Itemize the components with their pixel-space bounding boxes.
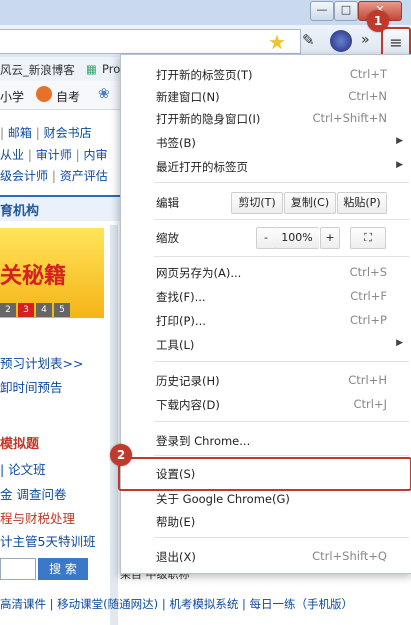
submenu-arrow-icon: ▶: [396, 136, 403, 146]
step-badge-1: 1: [367, 10, 389, 32]
fullscreen-icon[interactable]: ⛶: [350, 227, 386, 249]
menu-separator: [154, 361, 409, 362]
menu-item-incognito[interactable]: 打开新的隐身窗口(I) Ctrl+Shift+N: [121, 107, 411, 129]
menu-zoom-row: 缩放 - 100% + ⛶: [121, 227, 411, 249]
menu-separator: [154, 219, 409, 220]
pager-item[interactable]: 4: [36, 303, 52, 317]
page-icon: ▦: [86, 62, 97, 76]
mailbox-link[interactable]: 邮箱: [8, 126, 32, 140]
menu-item-print[interactable]: 打印(P)... Ctrl+P: [121, 309, 411, 331]
menu-item-help[interactable]: 帮助(E): [121, 510, 411, 532]
title-bar: — □ ✕: [0, 0, 411, 25]
nav-row-1: | 邮箱 | 财会书店: [0, 126, 92, 140]
extension-icon[interactable]: ✎: [302, 31, 320, 49]
column-divider: [110, 225, 118, 625]
zoom-out-button[interactable]: -: [256, 227, 276, 249]
submenu-arrow-icon: ▶: [396, 160, 403, 170]
menu-item-recent-tabs[interactable]: 最近打开的标签页 ▶: [121, 155, 411, 177]
pager-item-active[interactable]: 3: [18, 303, 34, 317]
bookmark-star-icon[interactable]: ★: [268, 30, 286, 54]
content-link[interactable]: | 论文班: [0, 459, 46, 478]
banner-pager: 2345: [0, 303, 72, 317]
menu-separator: [154, 421, 409, 422]
menu-item-downloads[interactable]: 下载内容(D) Ctrl+J: [121, 393, 411, 415]
content-link[interactable]: 计主管5天特训班: [0, 531, 95, 550]
site-link[interactable]: 自考: [56, 88, 80, 105]
pager-item[interactable]: 5: [54, 303, 70, 317]
menu-item-settings[interactable]: 设置(S): [121, 462, 411, 484]
banner-text: 关秘籍: [0, 264, 67, 289]
section-header: 育机构: [0, 195, 121, 221]
nav-row-3: 级会计师 | 资产评估: [0, 169, 108, 183]
site-link[interactable]: 小学: [0, 88, 24, 105]
chrome-menu: 打开新的标签页(T) Ctrl+T 新建窗口(N) Ctrl+N 打开新的隐身窗口(…: [118, 54, 411, 574]
search-input[interactable]: [0, 558, 36, 580]
extensions-overflow-chevron[interactable]: »: [361, 32, 370, 48]
menu-item-bookmarks[interactable]: 书签(B) ▶: [121, 131, 411, 153]
menu-item-signin[interactable]: 登录到 Chrome...: [121, 429, 411, 451]
pager-item[interactable]: 2: [0, 303, 16, 317]
copy-button[interactable]: 复制(C): [284, 192, 336, 214]
submenu-arrow-icon: ▶: [396, 338, 403, 348]
menu-edit-row: 编辑 剪切(T) 复制(C) 粘贴(P): [121, 192, 411, 214]
zoom-level: 100%: [275, 227, 319, 249]
menu-separator: [154, 537, 409, 538]
menu-item-tools[interactable]: 工具(L) ▶: [121, 333, 411, 355]
paste-button[interactable]: 粘贴(P): [337, 192, 387, 214]
maximize-button[interactable]: □: [334, 1, 358, 21]
content-link[interactable]: 预习计划表>>: [0, 353, 83, 372]
menu-item-exit[interactable]: 退出(X) Ctrl+Shift+Q: [121, 545, 411, 567]
menu-item-history[interactable]: 历史记录(H) Ctrl+H: [121, 369, 411, 391]
menu-separator: [154, 256, 409, 257]
step-badge-2: 2: [110, 444, 132, 466]
content-link[interactable]: 卸时间预告: [0, 377, 63, 396]
menu-item-find[interactable]: 查找(F)... Ctrl+F: [121, 285, 411, 307]
zoom-in-button[interactable]: +: [320, 227, 340, 249]
section-title: 模拟题: [0, 437, 40, 452]
cut-button[interactable]: 剪切(T): [231, 192, 283, 214]
content-link[interactable]: 程与财税处理: [0, 508, 75, 527]
menu-item-save-page[interactable]: 网页另存为(A)... Ctrl+S: [121, 261, 411, 283]
bookmark-item[interactable]: 风云_新浪博客: [0, 62, 75, 78]
flower-icon: ❀: [98, 86, 110, 102]
nav-row-2: 从业 | 审计师 | 内审: [0, 148, 108, 162]
menu-separator: [154, 182, 409, 183]
menu-item-about[interactable]: 关于 Google Chrome(G): [121, 487, 411, 509]
search-button[interactable]: 搜 索: [38, 558, 88, 580]
bookmark-item[interactable]: Pro: [102, 62, 120, 76]
menu-separator: [154, 455, 409, 456]
exam-icon: [36, 86, 52, 102]
speedometer-extension-icon[interactable]: [330, 30, 352, 52]
omnibox[interactable]: [0, 29, 301, 54]
content-link[interactable]: 金 调查问卷: [0, 484, 66, 503]
menu-item-new-tab[interactable]: 打开新的标签页(T) Ctrl+T: [121, 63, 411, 85]
minimize-button[interactable]: —: [310, 1, 334, 21]
bookstore-link[interactable]: 财会书店: [44, 126, 92, 140]
menu-item-new-window[interactable]: 新建窗口(N) Ctrl+N: [121, 85, 411, 107]
